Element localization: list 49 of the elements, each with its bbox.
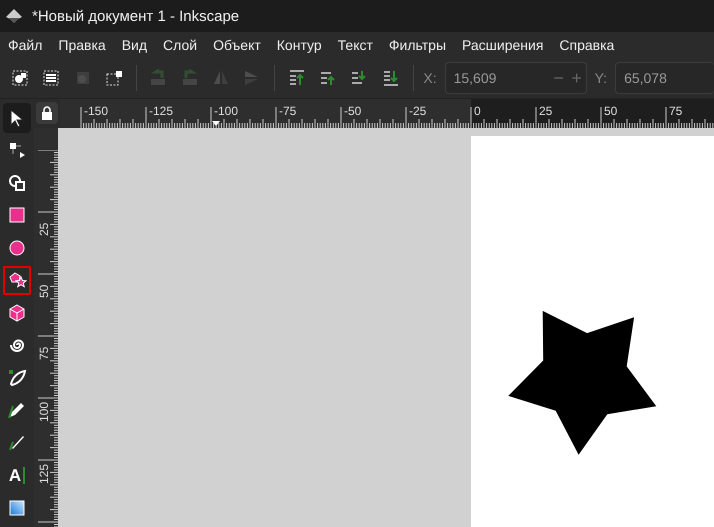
- ruler-label: 0: [474, 104, 481, 118]
- star-shape[interactable]: [508, 310, 656, 455]
- app-logo-icon: [6, 9, 22, 23]
- select-layers-icon: [41, 68, 62, 88]
- pen-icon: [7, 368, 27, 388]
- tool-button[interactable]: [3, 266, 31, 295]
- ruler-label: -75: [279, 104, 296, 118]
- tool-button[interactable]: A: [3, 460, 31, 490]
- menu-item[interactable]: Файл: [8, 37, 42, 53]
- tool-button[interactable]: [3, 103, 31, 132]
- select-all-icon: [10, 68, 30, 88]
- ruler-label: -50: [344, 104, 362, 118]
- menu-item[interactable]: Справка: [559, 37, 614, 53]
- ruler-label: 100: [37, 402, 51, 422]
- lock-button[interactable]: [36, 102, 58, 124]
- window-title: *Новый документ 1 - Inkscape: [32, 8, 240, 24]
- menu-item[interactable]: Слой: [163, 37, 198, 53]
- pencil-icon: [7, 400, 27, 420]
- menu-item[interactable]: Контур: [276, 37, 322, 53]
- menu-item[interactable]: Текст: [338, 37, 373, 53]
- ruler-label: 25: [539, 104, 552, 118]
- menu-item[interactable]: Правка: [58, 37, 106, 53]
- position-marker-icon: [212, 121, 220, 126]
- dashed-square-icon: [104, 68, 124, 88]
- ruler-label: -125: [149, 104, 174, 118]
- menu-item[interactable]: Фильтры: [388, 37, 446, 53]
- lock-icon: [41, 106, 53, 120]
- ruler-label: -150: [84, 104, 108, 118]
- circle-icon: [7, 238, 27, 258]
- square-icon: [7, 205, 27, 226]
- gradient-icon: [7, 498, 27, 518]
- star-icon: [7, 270, 27, 290]
- ruler-label: -25: [409, 104, 426, 118]
- x-label: X:: [423, 70, 437, 86]
- node-icon: [7, 140, 27, 160]
- ruler-label: 125: [37, 464, 51, 484]
- ruler-label: 50: [604, 104, 618, 118]
- ruler-label: -100: [214, 104, 238, 118]
- ruler-label: 75: [669, 104, 682, 118]
- ruler-label: 50: [37, 284, 51, 298]
- menu-item[interactable]: Объект: [213, 37, 261, 53]
- cube-icon: [7, 302, 27, 323]
- menu-item[interactable]: Вид: [122, 37, 148, 53]
- y-label: Y:: [594, 70, 608, 86]
- shapes-icon: [7, 172, 27, 193]
- menu-item[interactable]: Расширения: [462, 37, 544, 53]
- ruler-label: 25: [37, 222, 51, 236]
- ruler-label: 75: [37, 346, 51, 360]
- y-field[interactable]: 65,078: [615, 62, 714, 94]
